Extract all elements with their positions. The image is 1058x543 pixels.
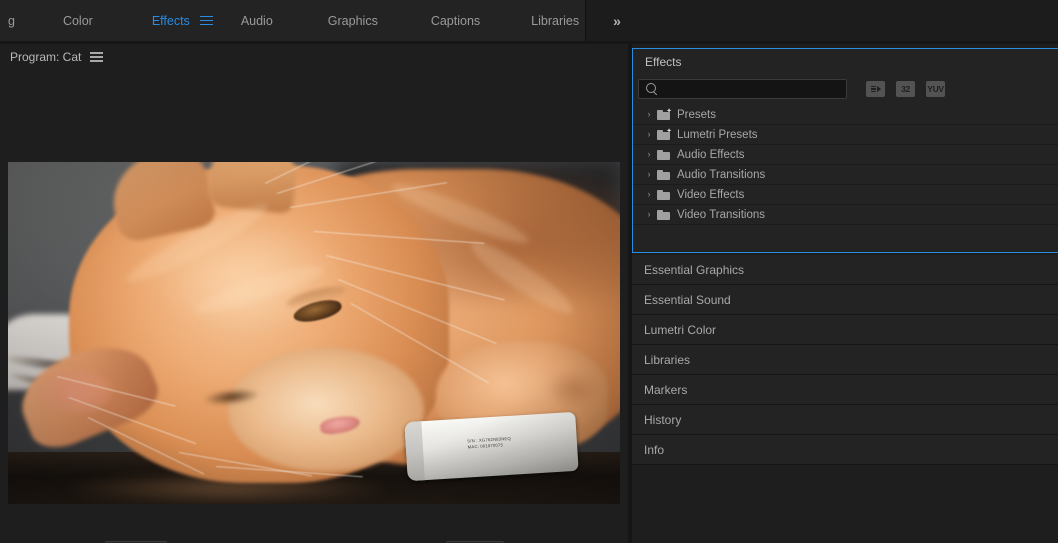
effects-tree-row[interactable]: › ✦ Lumetri Presets — [633, 125, 1058, 145]
cat-ear-inner — [38, 369, 113, 414]
folder-icon — [657, 149, 670, 160]
dock-tab-label: Libraries — [644, 352, 691, 367]
effects-tree-row[interactable]: › Video Effects — [633, 185, 1058, 205]
video-frame[interactable]: S/N : XG762N83NEQ MAC: 001970075 — [8, 162, 620, 507]
cat-video-still: S/N : XG762N83NEQ MAC: 001970075 — [8, 162, 620, 507]
workspace-tab-label: Audio — [240, 13, 273, 28]
dock-tab-libraries[interactable]: Libraries — [632, 345, 1058, 375]
collapsed-panel-tabs: Essential Graphics Essential Sound Lumetri… — [632, 255, 1058, 465]
usb-device-cap — [404, 421, 425, 482]
program-monitor-title: Program: Cat — [10, 50, 82, 64]
yuv-label: YUV — [927, 84, 944, 94]
32-bit-color-filter-button[interactable]: 32 — [896, 81, 915, 97]
dock-tab-essential-sound[interactable]: Essential Sound — [632, 285, 1058, 315]
dock-tab-info[interactable]: Info — [632, 435, 1058, 465]
workspace-tab-effects[interactable]: Effects — [146, 0, 196, 41]
chevron-right-icon[interactable]: › — [643, 190, 655, 199]
chevron-right-icon[interactable]: › — [643, 170, 655, 179]
cat-paw-toe — [546, 369, 602, 411]
workspace-tab-label: Graphics — [327, 13, 378, 28]
right-dock: Effects 32 YUV › ✦ Presets › ✦ Lumetri Preset… — [632, 44, 1058, 543]
chevron-right-icon[interactable]: › — [643, 110, 655, 119]
program-monitor-menu-icon[interactable] — [90, 52, 104, 62]
effects-panel-tabrow: Effects — [633, 49, 1058, 74]
dock-tab-history[interactable]: History — [632, 405, 1058, 435]
dock-tab-essential-graphics[interactable]: Essential Graphics — [632, 255, 1058, 285]
folder-icon — [657, 169, 670, 180]
workspace-bar: g Color Effects Audio Graphics Captions … — [0, 0, 1058, 41]
search-icon — [646, 83, 658, 95]
workspace-tab-audio[interactable]: Audio — [235, 0, 279, 41]
dock-tab-markers[interactable]: Markers — [632, 375, 1058, 405]
search-input-wrapper[interactable] — [638, 79, 847, 99]
dock-tab-label: History — [644, 412, 682, 427]
accelerated-effects-icon — [870, 86, 881, 92]
dock-tab-label: Lumetri Color — [644, 322, 717, 337]
workspace-overflow-button[interactable]: » — [613, 13, 621, 29]
program-monitor-panel: Program: Cat S/N: XG762N83NEQ MAC: 0019… — [0, 44, 628, 543]
program-monitor-header: Program: Cat — [0, 44, 628, 70]
folder-icon — [657, 209, 670, 220]
dock-tab-lumetri-color[interactable]: Lumetri Color — [632, 315, 1058, 345]
program-monitor-transport: 00:00:04:17 Fit ▾ 1/2 ▾ 00:00:14:18 — [0, 504, 628, 543]
chevron-right-icon[interactable]: › — [643, 150, 655, 159]
workspace-tab-libraries[interactable]: Libraries — [525, 0, 585, 41]
effects-tree-label: Lumetri Presets — [677, 128, 758, 141]
usb-device: S/N : XG762N83NEQ MAC: 001970075 — [404, 412, 579, 482]
effects-tree-row[interactable]: › Video Transitions — [633, 205, 1058, 225]
effects-tree-label: Audio Effects — [677, 148, 745, 161]
workspace-tab-label: Effects — [151, 13, 190, 28]
effects-tree-label: Audio Transitions — [677, 168, 766, 181]
cat-muzzle — [228, 348, 425, 473]
dock-tab-label: Info — [644, 442, 665, 457]
folder-icon — [657, 189, 670, 200]
effects-tree: › ✦ Presets › ✦ Lumetri Presets › Audio Effects… — [633, 105, 1058, 225]
tab-effects[interactable]: Effects — [645, 55, 681, 69]
workspace-tab-captions[interactable]: Captions — [425, 0, 486, 41]
program-monitor-video-area[interactable]: S/N : XG762N83NEQ MAC: 001970075 — [0, 70, 628, 507]
dock-tab-label: Essential Graphics — [644, 262, 745, 277]
effects-tree-label: Presets — [677, 108, 716, 121]
monitor-controls-row: 00:00:04:17 Fit ▾ 1/2 ▾ 00:00:14:18 — [0, 538, 628, 543]
preset-folder-icon: ✦ — [657, 108, 672, 120]
workspace-tab-editing[interactable]: g — [2, 0, 21, 41]
yuv-effects-filter-button[interactable]: YUV — [926, 81, 945, 97]
workspace-overflow-area: » — [585, 0, 1058, 41]
workspace-tab-label: Libraries — [531, 13, 580, 28]
accelerated-effects-filter-button[interactable] — [866, 81, 885, 97]
workspace-tab-label: Color — [62, 13, 93, 28]
search-input[interactable] — [658, 83, 846, 95]
usb-device-label: S/N : XG762N83NEQ MAC: 001970075 — [467, 432, 575, 469]
effects-tree-row[interactable]: › Audio Effects — [633, 145, 1058, 165]
effects-tree-row[interactable]: › ✦ Presets — [633, 105, 1058, 125]
effects-tree-label: Video Effects — [677, 188, 745, 201]
chevron-right-icon[interactable]: › — [643, 130, 655, 139]
workspace-tab-color[interactable]: Color — [57, 0, 99, 41]
effects-panel: Effects 32 YUV › ✦ Presets › ✦ Lumetri Preset… — [632, 48, 1058, 253]
chevron-right-icon[interactable]: › — [643, 210, 655, 219]
preset-folder-icon: ✦ — [657, 128, 672, 140]
effects-tree-row[interactable]: › Audio Transitions — [633, 165, 1058, 185]
32-bit-label: 32 — [901, 84, 910, 94]
effects-search-row: 32 YUV — [633, 74, 1058, 104]
effects-tree-label: Video Transitions — [677, 208, 766, 221]
dock-empty-area — [632, 465, 1058, 543]
dock-tab-label: Essential Sound — [644, 292, 731, 307]
dock-tab-label: Markers — [644, 382, 688, 397]
workspace-tab-graphics[interactable]: Graphics — [322, 0, 384, 41]
workspace-tab-label: Captions — [430, 13, 481, 28]
effects-workspace-menu-icon[interactable] — [199, 0, 213, 41]
workspace-tab-label: g — [8, 13, 15, 28]
